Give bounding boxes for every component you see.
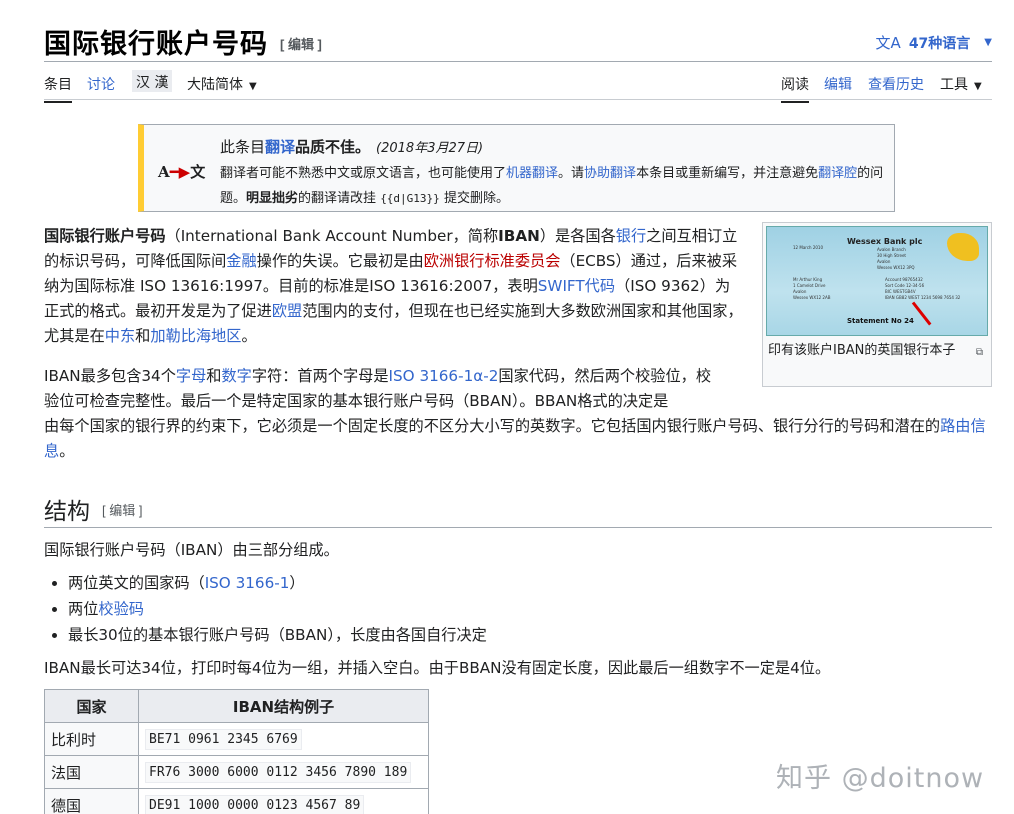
figure-caption: 印有该账户IBAN的英国银行本子 (768, 343, 956, 358)
watermark: 知乎 @doitnow (776, 763, 985, 794)
tools-label: 工具 (940, 77, 968, 93)
tab-talk[interactable]: 讨论 (87, 74, 115, 101)
table-row: 德国 DE91 1000 0000 0123 4567 89 (44, 788, 429, 814)
tab-article[interactable]: 条目 (44, 74, 72, 103)
tools-dropdown[interactable]: 工具 ▼ (940, 74, 982, 101)
iso3166-alpha2-link[interactable]: ISO 3166-1α-2 (389, 367, 499, 385)
enlarge-icon[interactable]: ⧉ (976, 347, 983, 358)
intro-paragraph: 国际银行账户号码（International Bank Account Numb… (44, 227, 743, 345)
country-cell: 法国 (44, 755, 139, 789)
iban-cell: DE91 1000 0000 0123 4567 89 (138, 788, 429, 814)
notice-text: 此条目翻译品质不佳。 (2018年3月27日) 翻译者可能不熟悉中文或原文语言，也… (220, 135, 890, 211)
tab-history[interactable]: 查看历史 (868, 74, 924, 101)
page-title-text: 国际银行账户号码 (44, 29, 268, 60)
translation-notice: A━▶文 此条目翻译品质不佳。 (2018年3月27日) 翻译者可能不熟悉中文或原… (138, 124, 895, 212)
digit-link[interactable]: 数字 (221, 367, 251, 385)
dragon-logo (947, 233, 979, 261)
variant-han-toggle[interactable]: 汉 漢 (132, 70, 173, 92)
finance-link[interactable]: 金融 (226, 252, 256, 270)
section-heading-structure: 结构 [ 编辑 ] (44, 492, 992, 528)
bank-statement-image[interactable]: Wessex Bank plc 12 March 2010 Avalon Bra… (766, 226, 988, 336)
iban-cell: BE71 0961 2345 6769 (138, 722, 429, 756)
section-heading-text: 结构 (44, 499, 90, 525)
figure-thumbnail: Wessex Bank plc 12 March 2010 Avalon Bra… (762, 222, 992, 387)
list-item: 两位校验码 (68, 596, 487, 622)
bank-link[interactable]: 银行 (616, 227, 646, 245)
translate-icon: 文A (875, 34, 901, 52)
table-header-row: 国家 IBAN结构例子 (44, 689, 429, 723)
page-title: 国际银行账户号码 [ 编辑 ] (44, 22, 322, 61)
iban-examples-table: 国家 IBAN结构例子 比利时 BE71 0961 2345 6769 法国 F… (44, 689, 429, 814)
list-item: 最长30位的基本银行账户号码（BBAN），长度由各国自行决定 (68, 622, 487, 648)
country-cell: 德国 (44, 788, 139, 814)
icon-letter-wen: 文 (190, 163, 206, 181)
table-row: 比利时 BE71 0961 2345 6769 (44, 722, 429, 756)
red-arrow (911, 301, 932, 326)
section-edit-link[interactable]: [ 编辑 ] (102, 503, 142, 518)
structure-intro: 国际银行账户号码（IBAN）由三部分组成。 (44, 541, 339, 559)
chevron-down-icon: ▼ (249, 81, 257, 92)
letter-link[interactable]: 字母 (176, 367, 206, 385)
table-row: 法国 FR76 3000 6000 0112 3456 7890 189 (44, 755, 429, 789)
notice-translate-link[interactable]: 翻译 (265, 138, 295, 156)
caribbean-link[interactable]: 加勒比海地区 (150, 327, 241, 345)
swift-link[interactable]: SWIFT代码 (538, 277, 615, 295)
language-count: 47种语言 (908, 35, 971, 52)
cheque-bank-name: Wessex Bank plc (847, 237, 923, 246)
tabs-row: 条目 讨论 汉 漢 大陆简体 ▼ 阅读 编辑 查看历史 工具 ▼ (44, 66, 992, 103)
help-translate-link[interactable]: 协助翻译 (584, 166, 636, 181)
iban-cell: FR76 3000 6000 0112 3456 7890 189 (138, 755, 429, 789)
country-cell: 比利时 (44, 722, 139, 756)
variant-dropdown[interactable]: 大陆简体 ▼ (187, 74, 257, 101)
eu-link[interactable]: 欧盟 (272, 302, 302, 320)
col-header-iban: IBAN结构例子 (138, 689, 429, 723)
tab-read[interactable]: 阅读 (781, 74, 809, 103)
structure-after: IBAN最长可达34位，打印时每4位为一组，并插入空白。由于BBAN没有固定长度… (44, 659, 831, 677)
format-paragraph: IBAN最多包含34个字母和数字字符：首两个字母是ISO 3166-1α-2国家… (44, 367, 986, 460)
ecbs-link[interactable]: 欧洲银行标准委员会 (424, 252, 561, 270)
template-code: {{d|G13}} (380, 192, 440, 205)
machine-translation-link[interactable]: 机器翻译 (506, 166, 558, 181)
cheque-statement: Statement No 24 (847, 317, 914, 325)
check-digit-link[interactable]: 校验码 (98, 600, 144, 618)
icon-letter-a: A (158, 163, 170, 181)
chevron-down-icon: ▼ (984, 37, 992, 48)
col-header-country: 国家 (44, 689, 139, 723)
title-edit-link[interactable]: [ 编辑 ] (280, 37, 322, 52)
chevron-down-icon: ▼ (974, 81, 982, 92)
list-item: 两位英文的国家码（ISO 3166-1） (68, 570, 487, 596)
translation-icon: A━▶文 (158, 163, 206, 181)
middle-east-link[interactable]: 中东 (105, 327, 135, 345)
notice-line-1: 翻译者可能不熟悉中文或原文语言，也可能使用了机器翻译。请协助翻译本条目或重新编写… (220, 166, 884, 206)
variant-label: 大陆简体 (187, 77, 243, 93)
notice-title: 此条目翻译品质不佳。 (2018年3月27日) (220, 138, 484, 156)
title-row: 国际银行账户号码 [ 编辑 ] 文A 47种语言 ▼ (44, 22, 992, 62)
iso3166-link[interactable]: ISO 3166-1 (205, 574, 290, 592)
notice-date: (2018年3月27日) (376, 141, 484, 156)
translationese-link[interactable]: 翻译腔 (818, 166, 857, 181)
article-page: 国际银行账户号码[ 编辑 ] 文A 47种语言 ▼ 条目 讨论 汉 漢 大陆简体… (44, 0, 992, 814)
tab-edit[interactable]: 编辑 (824, 74, 852, 101)
structure-list: 两位英文的国家码（ISO 3166-1） 两位校验码 最长30位的基本银行账户号… (68, 570, 487, 648)
language-button[interactable]: 文A 47种语言 ▼ (876, 32, 992, 53)
